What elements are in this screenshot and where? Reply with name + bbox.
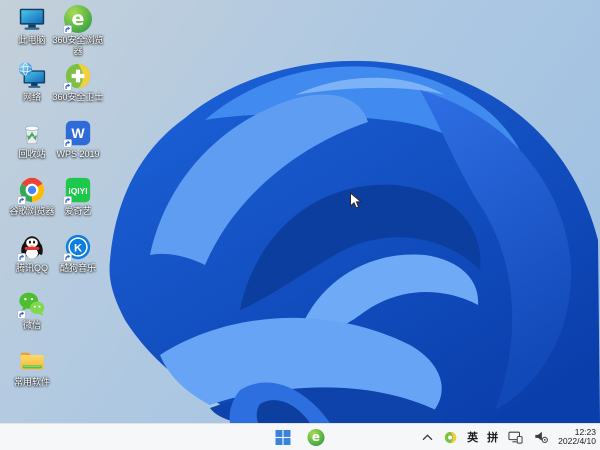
taskbar-center-icons: e xyxy=(274,424,327,450)
desktop-icon-label: 谷歌浏览器 xyxy=(9,206,55,216)
shortcut-arrow-icon xyxy=(63,139,72,148)
qq-icon xyxy=(17,232,47,262)
tray-display-icon[interactable] xyxy=(507,429,524,445)
shortcut-arrow-icon xyxy=(17,310,26,319)
ime-pinyin-indicator[interactable]: 拼 xyxy=(487,429,498,445)
svg-text:W: W xyxy=(71,125,85,141)
windows-desktop: 此电脑 e 360安全浏览器 网络 360安全卫士 回收站 W WPS 2019 … xyxy=(0,0,600,450)
desktop-icon-label: 常用软件 xyxy=(13,377,50,387)
desktop-icon-wechat[interactable]: 微信 xyxy=(4,289,60,331)
clock-date: 2022/4/10 xyxy=(558,436,596,446)
wps-icon: W xyxy=(63,118,93,148)
shortcut-arrow-icon xyxy=(63,82,72,91)
shortcut-arrow-icon xyxy=(63,196,72,205)
taskbar: e 英 拼 12:23 2022/4/10 xyxy=(0,423,600,450)
shortcut-arrow-icon xyxy=(63,25,72,34)
network-icon xyxy=(17,61,47,91)
tray-volume-icon[interactable] xyxy=(533,429,549,445)
start-button[interactable] xyxy=(274,428,293,447)
desktop-icon-label: 360安全浏览器 xyxy=(52,35,104,56)
desktop-icon-label: 酷狗音乐 xyxy=(59,263,96,273)
tray-chevron-up-icon[interactable] xyxy=(421,432,434,443)
desktop-icon-folder[interactable]: 常用软件 xyxy=(4,346,60,388)
windows-logo-icon xyxy=(275,429,291,445)
360-security-icon xyxy=(63,61,93,91)
desktop-icon-wps[interactable]: W WPS 2019 xyxy=(50,118,106,160)
desktop-icon-label: 腾讯QQ xyxy=(15,263,48,273)
taskbar-360-browser-button[interactable]: e xyxy=(306,427,327,448)
desktop-icon-label: 回收站 xyxy=(18,149,46,159)
system-tray: 英 拼 12:23 2022/4/10 xyxy=(421,424,596,450)
ime-english-indicator[interactable]: 英 xyxy=(467,429,478,445)
shortcut-arrow-icon xyxy=(17,253,26,262)
desktop-icon-360-browser[interactable]: e 360安全浏览器 xyxy=(50,4,106,56)
recycle-bin-icon xyxy=(17,118,47,148)
desktop-icon-label: 360安全卫士 xyxy=(52,92,104,102)
desktop-icon-label: 微信 xyxy=(22,320,41,330)
shortcut-arrow-icon xyxy=(63,253,72,262)
desktop-icon-label: 此电脑 xyxy=(18,35,46,45)
desktop-icon-label: 网络 xyxy=(22,92,41,102)
wechat-icon xyxy=(17,289,47,319)
desktop-icon-label: 爱奇艺 xyxy=(64,206,92,216)
svg-text:iQIYI: iQIYI xyxy=(68,186,87,196)
this-pc-icon xyxy=(17,4,47,34)
shortcut-arrow-icon xyxy=(17,196,26,205)
taskbar-clock[interactable]: 12:23 2022/4/10 xyxy=(558,427,596,447)
iqiyi-icon: iQIYI xyxy=(63,175,93,205)
chrome-icon xyxy=(17,175,47,205)
kugou-icon: K xyxy=(63,232,93,262)
360-browser-icon: e xyxy=(63,4,93,34)
desktop-icon-iqiyi[interactable]: iQIYI 爱奇艺 xyxy=(50,175,106,217)
desktop-icon-label: WPS 2019 xyxy=(56,149,100,159)
desktop-icon-grid: 此电脑 e 360安全浏览器 网络 360安全卫士 回收站 W WPS 2019 … xyxy=(4,2,114,422)
folder-icon xyxy=(17,346,47,376)
desktop-icon-kugou[interactable]: K 酷狗音乐 xyxy=(50,232,106,274)
desktop-icon-360-security[interactable]: 360安全卫士 xyxy=(50,61,106,103)
tray-360-security-icon[interactable] xyxy=(443,430,458,445)
svg-text:K: K xyxy=(74,243,83,255)
360-browser-icon: e xyxy=(307,428,325,446)
